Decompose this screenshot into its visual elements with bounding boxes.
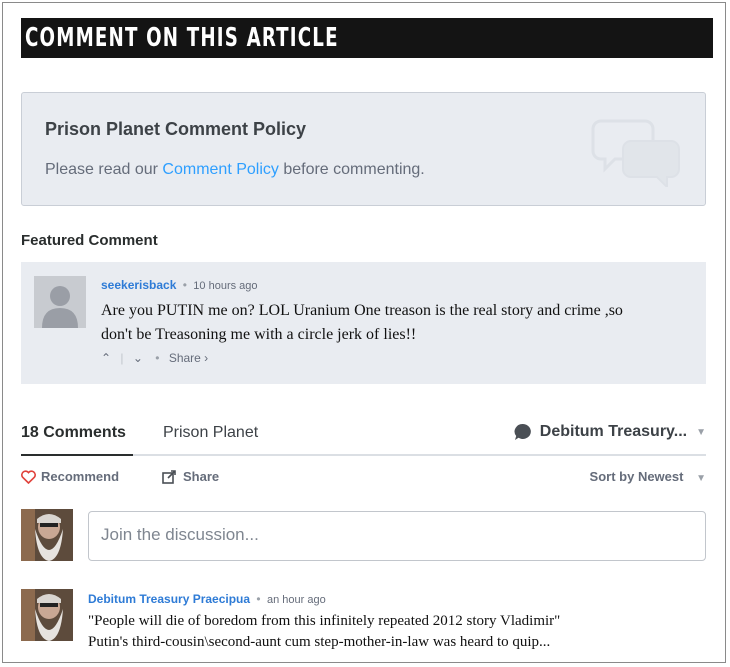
default-avatar[interactable] [34,276,86,328]
comment-body-line: Putin's third-cousin\second-aunt cum ste… [88,634,551,650]
policy-text-after: before commenting. [278,161,425,178]
tab-comments[interactable]: 18 Comments [21,424,126,442]
active-tab-indicator [21,454,133,456]
comments-tab-bar: 18 Comments Prison Planet Debitum Treasu… [21,420,706,456]
recommend-button[interactable]: Recommend [21,469,119,484]
featured-comment-heading: Featured Comment [21,232,158,249]
section-header: COMMENT ON THIS ARTICLE [21,18,713,58]
bearded-man-avatar-icon [21,589,73,641]
user-menu-label: Debitum Treasury... [539,423,688,440]
chevron-down-icon: ▼ [696,426,706,438]
meta-dot: • [182,278,187,292]
tab-forum[interactable]: Prison Planet [163,424,258,442]
comment-body-line: "People will die of boredom from this in… [88,613,561,629]
heart-icon [21,469,36,484]
meta-dot: • [256,592,261,606]
comment-username[interactable]: Debitum Treasury Praecipua [88,592,250,606]
featured-timestamp[interactable]: 10 hours ago [193,280,257,292]
recommend-label: Recommend [41,469,120,484]
policy-text-before: Please read our [45,161,163,178]
featured-comment: seekerisback • 10 hours ago Are you PUTI… [21,262,706,384]
upvote-icon[interactable]: ⌃ [101,351,111,365]
sort-label: Sort by Newest [589,469,684,484]
user-menu[interactable]: Debitum Treasury... ▼ [513,422,706,442]
share-icon [162,469,176,484]
policy-text: Please read our Comment Policy before co… [45,161,425,179]
vote-separator: | [120,351,124,365]
featured-body-line: Are you PUTIN me on? LOL Uranium One tre… [101,302,623,319]
comment-input[interactable]: Join the discussion... [88,511,706,561]
sort-chevron-icon: ▼ [696,473,706,484]
featured-body-line: don't be Treasoning me with a circle jer… [101,326,417,343]
comment-meta: Debitum Treasury Praecipua • an hour ago [88,592,326,606]
featured-username[interactable]: seekerisback [101,278,176,292]
section-title: COMMENT ON THIS ARTICLE [25,23,339,53]
featured-share-link[interactable]: Share › [169,351,208,365]
comment-policy-link[interactable]: Comment Policy [162,161,278,178]
share-button[interactable]: Share [162,469,219,484]
user-silhouette-icon [42,286,78,328]
comment-policy-box: Prison Planet Comment Policy Please read… [21,92,706,206]
comment-input-placeholder: Join the discussion... [101,525,259,544]
featured-comment-actions: ⌃ | ⌄ • Share › [101,351,214,365]
comment-timestamp[interactable]: an hour ago [267,594,326,606]
comment-toolbar: Recommend Share Sort by Newest ▼ [21,469,706,489]
featured-comment-meta: seekerisback • 10 hours ago [101,278,258,292]
current-user-avatar[interactable] [21,509,73,561]
actions-dot: • [155,351,160,365]
share-label: Share [183,469,220,484]
comment-body: "People will die of boredom from this in… [88,611,708,653]
downvote-icon[interactable]: ⌄ [133,351,143,365]
chat-bubble-icon [514,423,531,440]
policy-title: Prison Planet Comment Policy [45,119,307,139]
featured-comment-body: Are you PUTIN me on? LOL Uranium One tre… [101,299,701,347]
commenter-avatar[interactable] [21,589,73,641]
sort-dropdown[interactable]: Sort by Newest ▼ [590,469,706,484]
chat-bubbles-icon [591,119,680,187]
bearded-man-avatar-icon [21,509,73,561]
